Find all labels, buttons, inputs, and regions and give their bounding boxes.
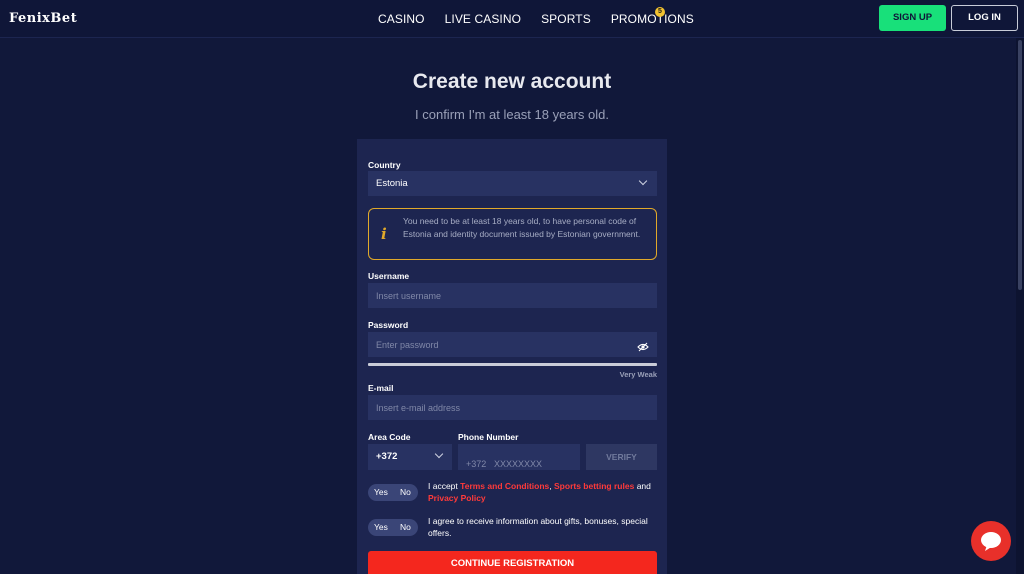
terms-toggle[interactable]: Yes No (368, 484, 418, 501)
eye-slash-icon[interactable] (637, 339, 649, 357)
chat-icon (981, 532, 1001, 551)
page-subtitle: I confirm I'm at least 18 years old. (415, 107, 609, 122)
phone-prefix: +372 (466, 459, 487, 469)
age-info-box: i You need to be at least 18 years old, … (368, 208, 657, 260)
continue-registration-button[interactable]: CONTINUE REGISTRATION (368, 551, 657, 574)
terms-link[interactable]: Terms and Conditions (460, 481, 549, 491)
sign-up-button[interactable]: SIGN UP (879, 5, 946, 31)
toggle-yes[interactable]: Yes (374, 487, 388, 497)
main-nav: CASINO LIVE CASINO SPORTS PROMOTIONS (378, 12, 694, 26)
nav-promotions[interactable]: PROMOTIONS (611, 12, 694, 26)
verify-button[interactable]: VERIFY (586, 444, 657, 470)
marketing-toggle[interactable]: Yes No (368, 519, 418, 536)
promotions-count-badge: 5 (655, 7, 665, 17)
nav-live-casino[interactable]: LIVE CASINO (445, 12, 521, 26)
toggle-no[interactable]: No (400, 487, 411, 497)
toggle-no[interactable]: No (400, 522, 411, 532)
area-code-label: Area Code (368, 432, 411, 442)
terms-prefix: I accept (428, 481, 458, 491)
terms-separator: , (549, 481, 552, 491)
area-code-value: +372 (376, 451, 398, 462)
fenixbet-logo[interactable]: FenixBet (9, 11, 77, 26)
age-info-text: You need to be at least 18 years old, to… (403, 216, 641, 239)
password-strength-bar (368, 363, 657, 366)
email-label: E-mail (368, 383, 394, 393)
email-input[interactable] (368, 395, 657, 420)
chat-button[interactable] (971, 521, 1011, 561)
country-select[interactable]: Estonia (368, 171, 657, 196)
country-value: Estonia (376, 178, 408, 189)
top-header: FenixBet CASINO LIVE CASINO SPORTS PROMO… (0, 0, 1024, 38)
nav-sports[interactable]: SPORTS (541, 12, 591, 26)
info-icon: i (381, 225, 387, 243)
phone-placeholder: XXXXXXXX (494, 459, 543, 469)
password-input[interactable] (368, 332, 657, 357)
nav-casino[interactable]: CASINO (378, 12, 425, 26)
marketing-consent-text: I agree to receive information about gif… (428, 516, 648, 538)
password-strength-text: Very Weak (619, 370, 657, 379)
terms-consent-text: I accept Terms and Conditions, Sports be… (428, 481, 653, 504)
area-code-select[interactable]: +372 (368, 444, 452, 470)
username-input[interactable] (368, 283, 657, 308)
sports-rules-link[interactable]: Sports betting rules (554, 481, 634, 491)
page-title: Create new account (412, 70, 612, 93)
password-label: Password (368, 320, 409, 330)
chevron-down-icon (434, 449, 444, 459)
phone-number-field[interactable]: +372 XXXXXXXX (458, 444, 580, 470)
chevron-down-icon (638, 176, 648, 186)
country-label: Country (368, 160, 401, 170)
username-label: Username (368, 271, 410, 281)
privacy-policy-link[interactable]: Privacy Policy (428, 493, 486, 503)
toggle-yes[interactable]: Yes (374, 522, 388, 532)
terms-and: and (636, 481, 651, 491)
log-in-button[interactable]: LOG IN (951, 5, 1018, 31)
phone-number-label: Phone Number (458, 432, 519, 442)
registration-form: Country Estonia i You need to be at leas… (357, 139, 667, 574)
